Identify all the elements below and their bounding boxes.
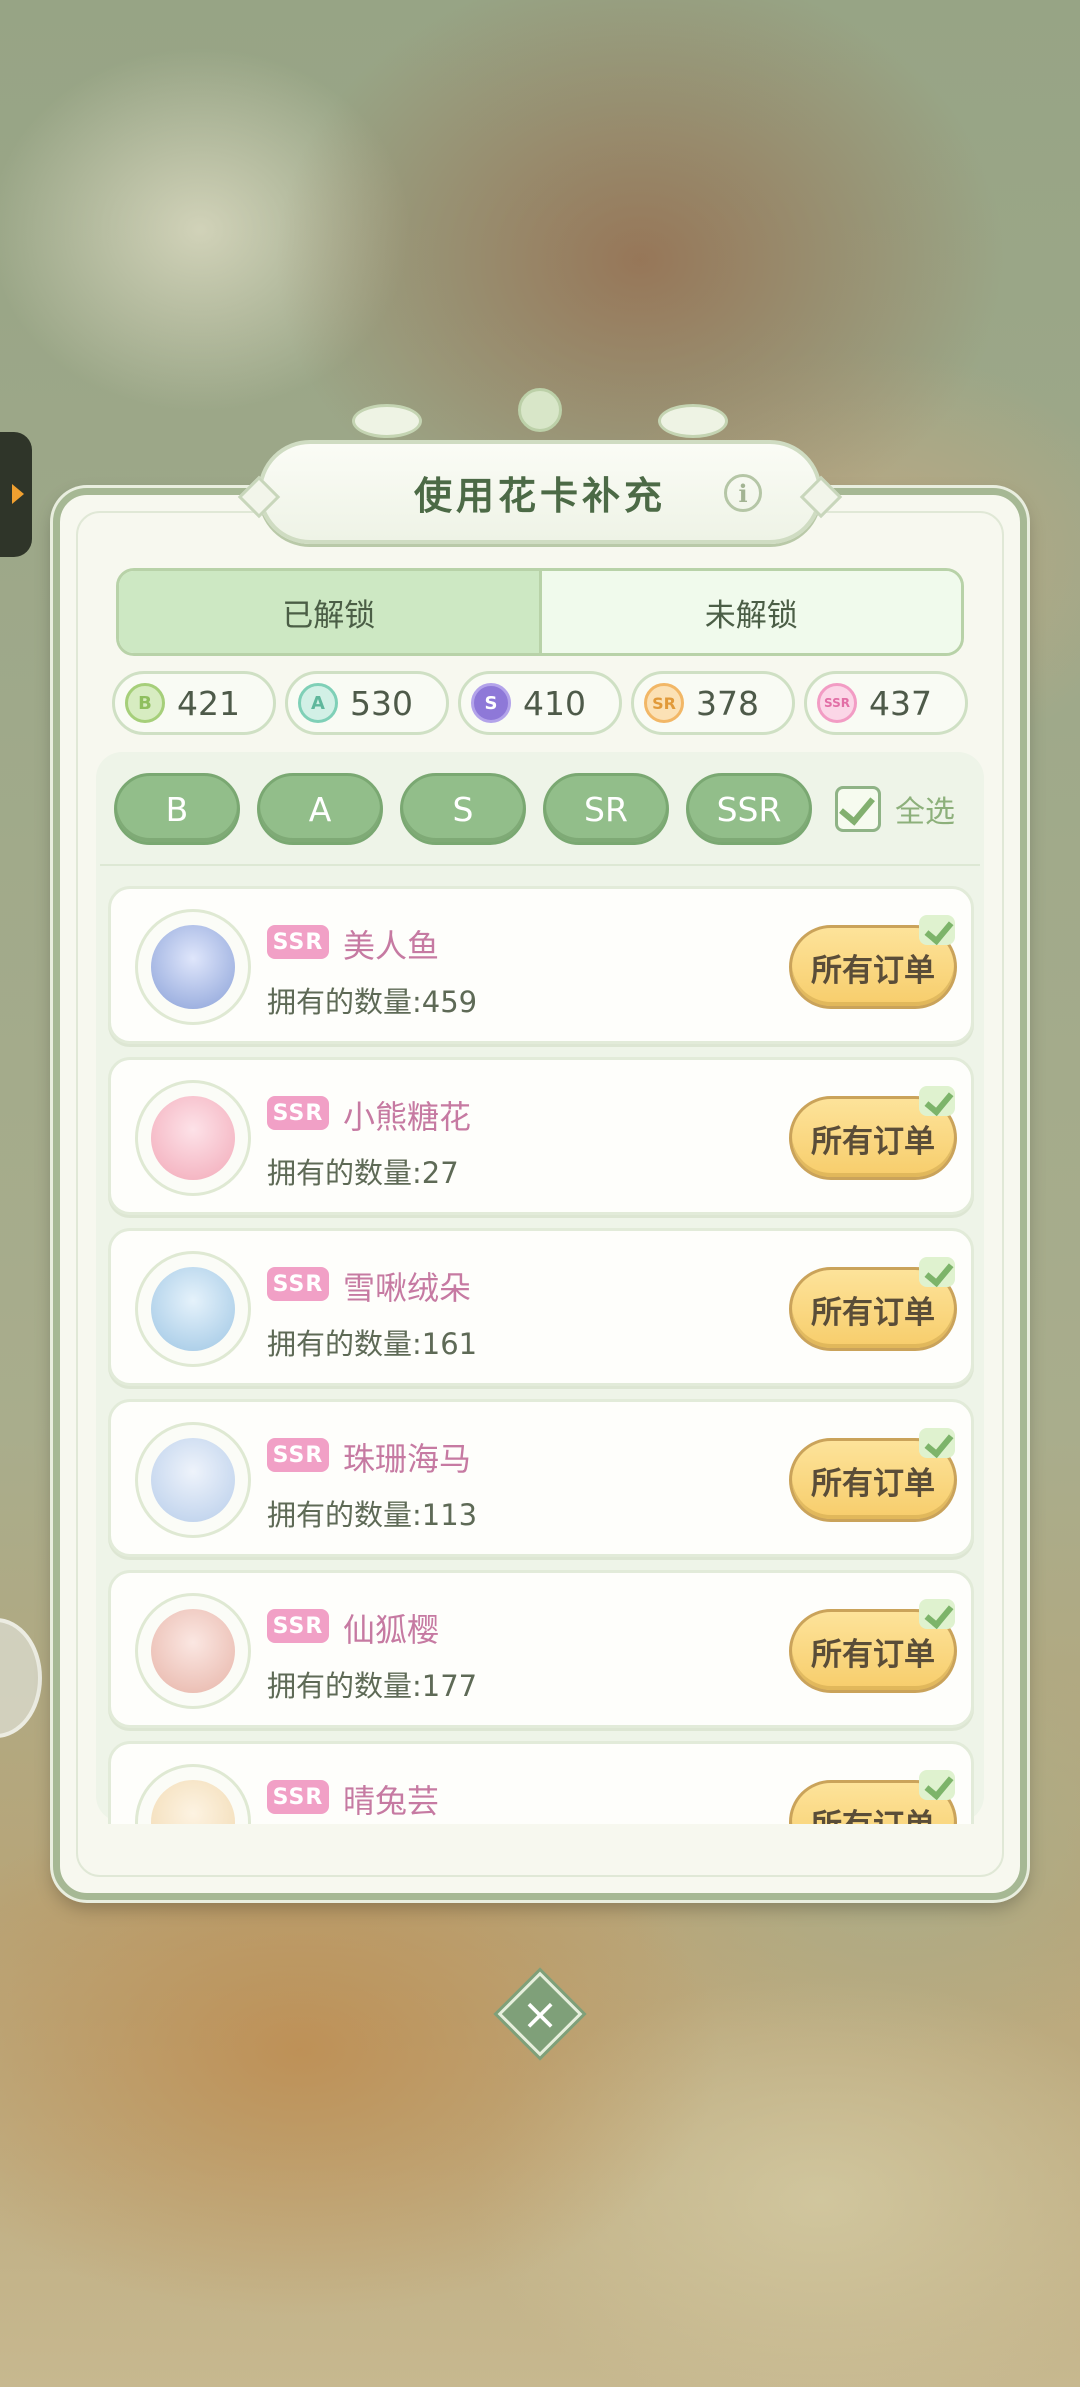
grade-s-icon: S <box>471 683 511 723</box>
select-all-label: 全选 <box>895 795 955 830</box>
check-icon <box>917 915 957 949</box>
close-icon[interactable]: × <box>510 1984 570 2044</box>
rabbit-card-icon <box>151 1780 235 1824</box>
side-expand-arrow-icon[interactable] <box>0 432 32 557</box>
list-item: SSR 小熊糖花 拥有的数量:27 所有订单 <box>108 1057 974 1215</box>
penguin-card-icon <box>151 1267 235 1351</box>
info-icon[interactable]: i <box>724 474 762 512</box>
avatar <box>135 1764 251 1824</box>
list-item: SSR 晴兔芸 所有订单 <box>108 1741 974 1824</box>
grade-sr-icon: SR <box>644 683 684 723</box>
rarity-badge: SSR <box>267 1780 329 1814</box>
card-name: 晴兔芸 <box>343 1782 440 1820</box>
title-leaf-right-icon <box>658 404 728 438</box>
grade-a-icon: A <box>298 683 338 723</box>
count-pill-a: A 530 <box>285 671 449 735</box>
rarity-badge: SSR <box>267 1438 329 1472</box>
count-pill-ssr: SSR 437 <box>804 671 968 735</box>
rarity-badge: SSR <box>267 1609 329 1643</box>
tab-unlocked[interactable]: 已解锁 <box>119 571 542 653</box>
avatar <box>135 1251 251 1367</box>
avatar <box>135 1080 251 1196</box>
filter-s-button[interactable]: S <box>400 773 526 845</box>
filter-b-button[interactable]: B <box>114 773 240 845</box>
title-banner: 使用花卡补充 i <box>258 440 822 544</box>
owned-count: 拥有的数量:177 <box>267 1669 478 1703</box>
filter-ssr-button[interactable]: SSR <box>686 773 812 845</box>
select-all-checkbox[interactable] <box>835 786 881 832</box>
filter-a-button[interactable]: A <box>257 773 383 845</box>
count-pill-s: S 410 <box>458 671 622 735</box>
panel-title: 使用花卡补充 <box>413 473 666 518</box>
count-value: 410 <box>523 683 586 723</box>
count-value: 378 <box>696 683 759 723</box>
check-icon <box>917 1257 957 1291</box>
fox-card-icon <box>151 1609 235 1693</box>
mermaid-card-icon <box>151 925 235 1009</box>
filter-sr-button[interactable]: SR <box>543 773 669 845</box>
avatar <box>135 1422 251 1538</box>
rarity-badge: SSR <box>267 1267 329 1301</box>
list-item: SSR 雪啾绒朵 拥有的数量:161 所有订单 <box>108 1228 974 1386</box>
flower-card-list[interactable]: SSR 美人鱼 拥有的数量:459 所有订单 SSR 小熊糖花 拥有的数量:27… <box>108 886 974 1824</box>
list-item: SSR 珠珊海马 拥有的数量:113 所有订单 <box>108 1399 974 1557</box>
list-item: SSR 美人鱼 拥有的数量:459 所有订单 <box>108 886 974 1044</box>
count-pill-b: B 421 <box>112 671 276 735</box>
card-name: 雪啾绒朵 <box>343 1269 472 1307</box>
owned-count: 拥有的数量:459 <box>267 985 478 1019</box>
flower-ornament-icon <box>518 388 562 432</box>
check-icon <box>917 1599 957 1633</box>
owned-count: 拥有的数量:27 <box>267 1156 459 1190</box>
unlock-tabs: 已解锁 未解锁 <box>116 568 964 656</box>
grade-filter-row: B A S SR SSR 全选 <box>114 773 984 845</box>
title-leaf-left-icon <box>352 404 422 438</box>
grade-ssr-icon: SSR <box>817 683 857 723</box>
rarity-badge: SSR <box>267 925 329 959</box>
count-pill-sr: SR 378 <box>631 671 795 735</box>
count-value: 421 <box>177 683 240 723</box>
avatar <box>135 1593 251 1709</box>
owned-count: 拥有的数量:161 <box>267 1327 478 1361</box>
count-value: 437 <box>869 683 932 723</box>
bear-card-icon <box>151 1096 235 1180</box>
check-icon <box>917 1086 957 1120</box>
card-name: 小熊糖花 <box>343 1098 472 1136</box>
list-item: SSR 仙狐樱 拥有的数量:177 所有订单 <box>108 1570 974 1728</box>
grade-b-icon: B <box>125 683 165 723</box>
rarity-badge: SSR <box>267 1096 329 1130</box>
divider <box>100 864 980 866</box>
card-name: 美人鱼 <box>343 927 440 965</box>
count-value: 530 <box>350 683 413 723</box>
check-icon <box>917 1428 957 1462</box>
grade-counts: B 421 A 530 S 410 SR 378 SSR 437 <box>112 671 968 735</box>
card-name: 珠珊海马 <box>343 1440 472 1478</box>
seahorse-card-icon <box>151 1438 235 1522</box>
tab-locked[interactable]: 未解锁 <box>541 571 961 653</box>
avatar <box>135 909 251 1025</box>
owned-count: 拥有的数量:113 <box>267 1498 478 1532</box>
check-icon <box>917 1770 957 1804</box>
select-all-toggle[interactable]: 全选 <box>835 786 955 832</box>
card-name: 仙狐樱 <box>343 1611 440 1649</box>
